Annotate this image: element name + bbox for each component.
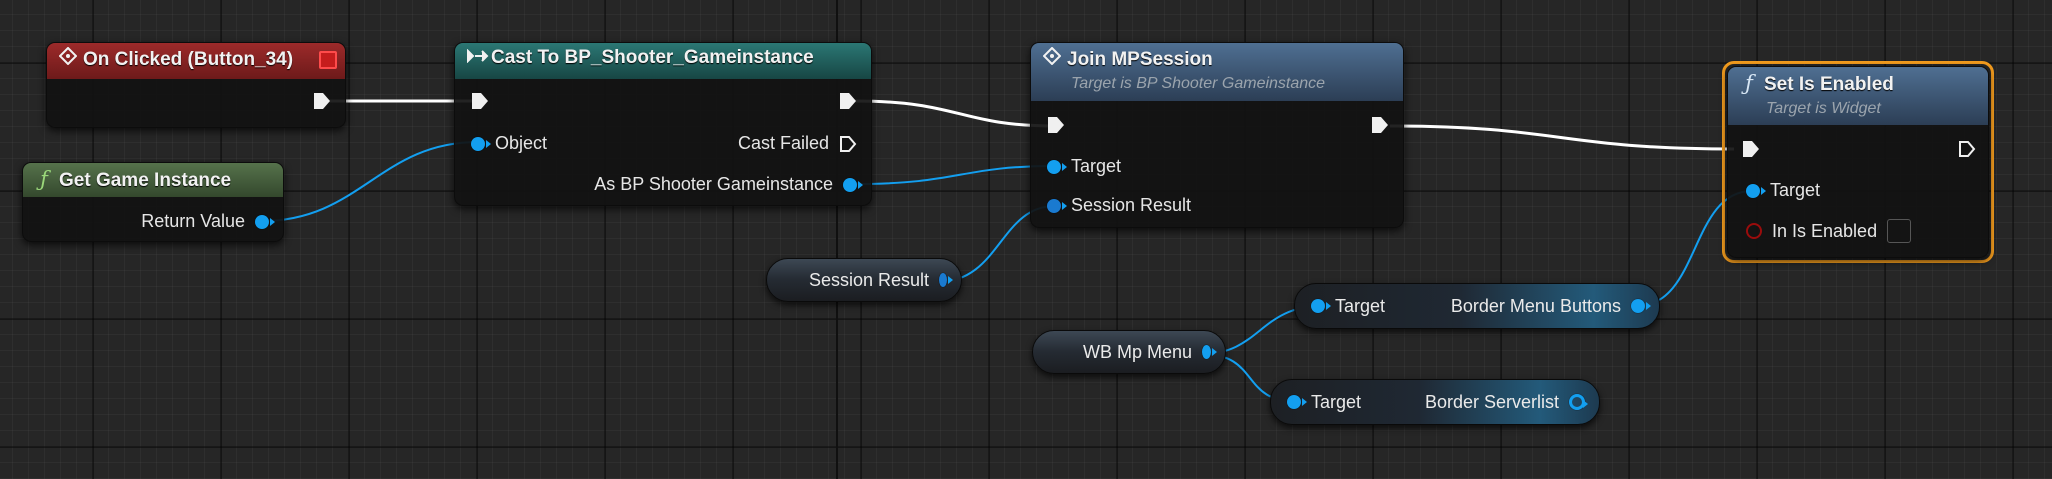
- join-target-label: Target: [1071, 156, 1122, 176]
- border-serverlist-target-label: Target: [1311, 391, 1362, 412]
- on-clicked-header: On Clicked (Button_34): [47, 43, 345, 79]
- object-pin[interactable]: [471, 136, 491, 151]
- join-subtitle: Target is BP Shooter Gameinstance: [1071, 75, 1326, 92]
- in-is-enabled-checkbox[interactable]: [1887, 219, 1912, 243]
- target-pin[interactable]: [1746, 183, 1766, 198]
- exec-wire-join-setenabled[interactable]: [1389, 124, 1735, 151]
- on-clicked-event-node[interactable]: On Clicked (Button_34): [46, 42, 346, 128]
- set-enabled-target-pin-row[interactable]: Target: [1746, 180, 1820, 201]
- cast-arrow-icon: [467, 48, 489, 68]
- get-game-instance-node[interactable]: ƒ Get Game Instance Return Value: [22, 162, 284, 242]
- function-f-icon: ƒ: [1745, 71, 1753, 95]
- border-menu-buttons-label: Border Menu Buttons: [1450, 295, 1621, 316]
- data-wire-cast-target[interactable]: [854, 165, 1056, 185]
- cast-exec-out[interactable]: [839, 91, 857, 111]
- wb-mp-menu-variable-node[interactable]: WB Mp Menu: [1032, 330, 1226, 374]
- target-pin[interactable]: [1287, 395, 1307, 409]
- session-result-label: Session Result: [1071, 195, 1192, 215]
- cast-failed-label: Cast Failed: [737, 133, 829, 153]
- exec-in-pin[interactable]: [471, 91, 489, 111]
- on-clicked-exec-out[interactable]: [313, 91, 331, 111]
- object-pin-row[interactable]: Object: [471, 133, 547, 154]
- set-is-enabled-node[interactable]: ƒ Set Is Enabled Target is Widget Target …: [1727, 66, 1989, 258]
- session-result-pin-row[interactable]: Session Result: [1047, 195, 1191, 216]
- session-result-pin[interactable]: [1047, 198, 1067, 213]
- join-exec-in[interactable]: [1047, 115, 1065, 135]
- in-is-enabled-pin-row[interactable]: In Is Enabled: [1746, 219, 1912, 243]
- border-menu-target-label: Target: [1335, 295, 1386, 316]
- as-gameinstance-pin[interactable]: [843, 177, 863, 192]
- border-serverlist-pin[interactable]: [1569, 394, 1588, 410]
- exec-out-pin[interactable]: [1371, 115, 1389, 135]
- exec-in-pin[interactable]: [1047, 115, 1065, 135]
- set-enabled-exec-out[interactable]: [1958, 139, 1976, 159]
- wb-mp-menu-label: WB Mp Menu: [1083, 341, 1193, 362]
- exec-wire-cast-join[interactable]: [854, 99, 1056, 128]
- cast-failed-pin-row[interactable]: Cast Failed: [738, 133, 857, 154]
- return-value-label: Return Value: [141, 211, 245, 231]
- on-clicked-title: On Clicked (Button_34): [83, 49, 294, 70]
- data-wire-gamegi-object[interactable]: [261, 141, 479, 222]
- cast-header: Cast To BP_Shooter_Gameinstance: [455, 43, 871, 79]
- set-enabled-target-label: Target: [1770, 180, 1821, 200]
- session-result-variable-node[interactable]: Session Result: [766, 258, 962, 302]
- set-enabled-subtitle: Target is Widget: [1766, 100, 1881, 117]
- get-border-menu-buttons-node[interactable]: Target Border Menu Buttons: [1294, 283, 1660, 329]
- function-f-icon: ƒ: [40, 167, 48, 191]
- in-is-enabled-pin[interactable]: [1746, 223, 1762, 239]
- border-serverlist-label: Border Serverlist: [1424, 391, 1559, 412]
- cast-exec-in[interactable]: [471, 91, 489, 111]
- join-header: Join MPSession Target is BP Shooter Game…: [1031, 43, 1403, 101]
- join-mpsession-node[interactable]: Join MPSession Target is BP Shooter Game…: [1030, 42, 1404, 228]
- blueprint-graph-canvas[interactable]: On Clicked (Button_34) ƒ Get Game Instanc…: [0, 0, 2052, 479]
- stop-square-icon: [319, 51, 337, 69]
- wb-mp-menu-pin[interactable]: [1202, 345, 1217, 359]
- get-game-instance-header: ƒ Get Game Instance: [23, 163, 283, 197]
- return-value-pin[interactable]: [255, 214, 275, 229]
- target-pin[interactable]: [1047, 159, 1067, 174]
- border-menu-buttons-pin[interactable]: [1631, 299, 1651, 313]
- return-value-pin-row[interactable]: Return Value: [141, 211, 275, 232]
- exec-out-pin[interactable]: [839, 91, 857, 111]
- set-enabled-header: ƒ Set Is Enabled Target is Widget: [1728, 67, 1988, 125]
- as-gameinstance-pin-row[interactable]: As BP Shooter Gameinstance: [594, 174, 863, 195]
- event-diamond-icon: [1042, 46, 1062, 70]
- session-result-variable-label: Session Result: [809, 269, 930, 290]
- join-exec-out[interactable]: [1371, 115, 1389, 135]
- join-target-pin-row[interactable]: Target: [1047, 156, 1121, 177]
- cast-to-gameinstance-node[interactable]: Cast To BP_Shooter_Gameinstance Object C…: [454, 42, 872, 206]
- set-enabled-title: Set Is Enabled: [1764, 74, 1894, 95]
- set-enabled-exec-in[interactable]: [1742, 139, 1760, 159]
- cast-title: Cast To BP_Shooter_Gameinstance: [491, 47, 814, 68]
- in-is-enabled-label: In Is Enabled: [1772, 220, 1878, 241]
- exec-in-pin[interactable]: [1742, 139, 1760, 159]
- as-gameinstance-label: As BP Shooter Gameinstance: [594, 174, 833, 194]
- get-game-instance-title: Get Game Instance: [59, 170, 232, 191]
- cast-failed-exec-pin[interactable]: [839, 134, 857, 154]
- exec-out-pin[interactable]: [1958, 139, 1976, 159]
- object-label: Object: [495, 133, 548, 153]
- join-title: Join MPSession: [1067, 49, 1213, 70]
- target-pin[interactable]: [1311, 299, 1331, 313]
- exec-out-pin[interactable]: [313, 91, 331, 111]
- get-border-serverlist-node[interactable]: Target Border Serverlist: [1270, 379, 1600, 425]
- session-result-variable-pin[interactable]: [939, 273, 953, 287]
- event-diamond-icon: [58, 46, 78, 70]
